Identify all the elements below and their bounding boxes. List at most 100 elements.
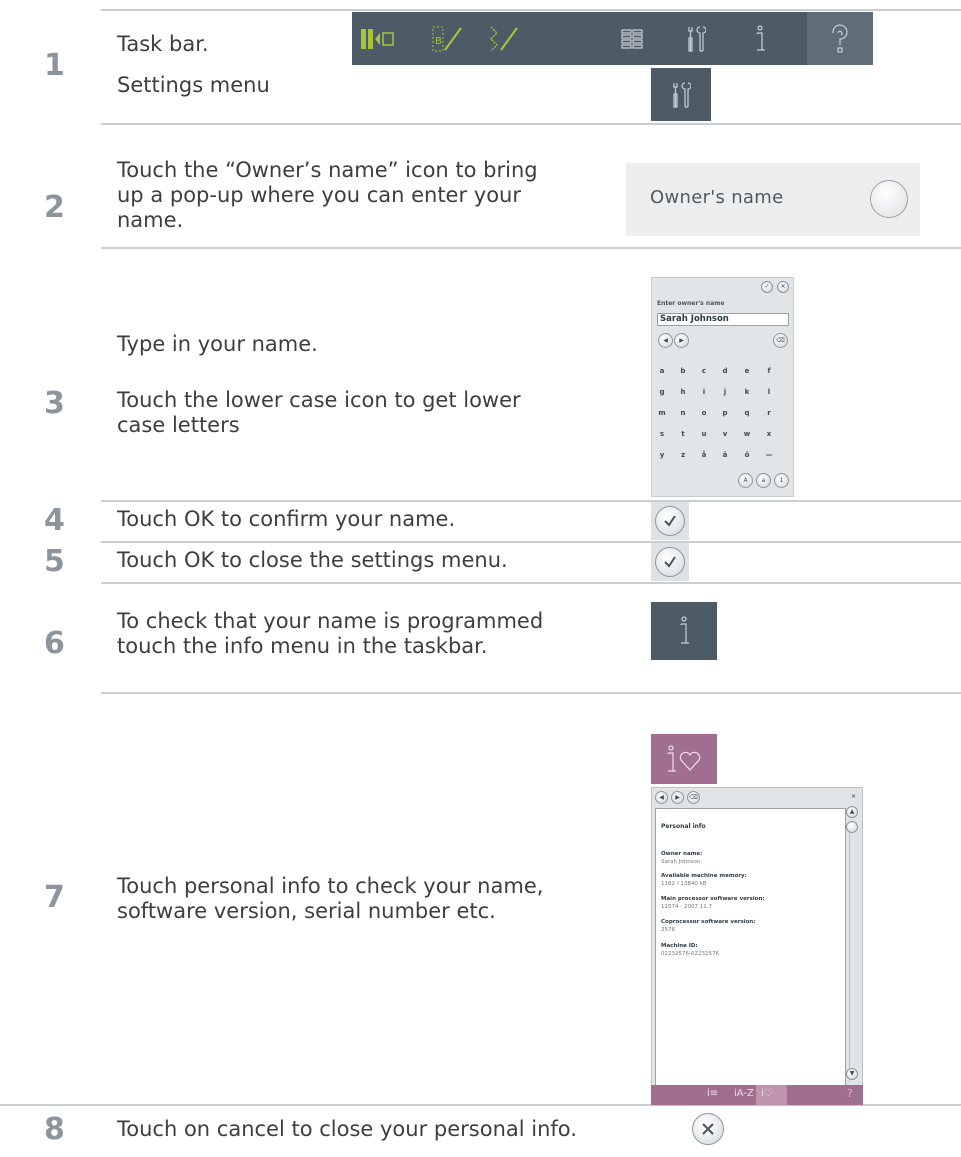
key[interactable]: m [655,409,669,417]
delete-icon[interactable]: ⌫ [773,333,788,348]
key[interactable]: w [740,430,754,438]
sewing-mode-icon[interactable] [358,12,398,65]
key[interactable]: f [762,367,776,375]
separator [101,123,961,125]
separator [101,541,961,543]
key[interactable]: x [762,430,776,438]
owner-name-input[interactable]: Sarah Johnson [657,313,789,326]
key[interactable]: u [697,430,711,438]
owner-name-label: Owner's name [650,187,784,208]
numbers-button[interactable]: 1 [774,473,789,488]
step-number: 1 [44,48,65,83]
step-number: 2 [44,190,65,225]
close-icon[interactable]: ✕ [777,281,789,293]
key[interactable]: l [762,388,776,396]
info-tab-bar: ⅰ≡ ⅰA-Z ⅰ♡ ? [651,1085,863,1105]
personal-info-tab-icon[interactable]: ⅰ♡ [761,1088,773,1099]
arrow-right-icon[interactable]: ▶ [674,333,689,348]
key[interactable]: a [655,367,669,375]
field-label: Available machine memory: [661,873,747,879]
ok-icon[interactable]: ✓ [761,281,773,293]
key[interactable]: g [655,388,669,396]
help-icon [832,24,848,53]
key[interactable]: p [718,409,732,417]
personal-info-button[interactable] [651,734,717,784]
separator [863,1104,961,1106]
key[interactable]: b [676,367,690,375]
svg-text:B: B [435,36,442,47]
key[interactable]: d [718,367,732,375]
stitch-program-icon[interactable]: B [428,12,468,65]
info-menu-button[interactable] [651,602,717,660]
delete-icon[interactable]: ⌫ [687,791,700,804]
key[interactable]: n [676,409,690,417]
space-key[interactable]: — [762,451,776,459]
field-value: 02232576-02232576 [661,951,719,957]
scrollbar[interactable] [849,822,855,1082]
step-number: 7 [44,880,65,915]
field-label: Machine ID: [661,943,698,949]
key[interactable]: ä [718,451,732,459]
personal-info-window: ◀ ▶ ⌫ ✕ Personal info Owner name: Sarah … [651,787,863,1106]
key[interactable]: i [697,388,711,396]
step-number: 5 [44,544,65,579]
step-text: Touch the “Owner’s name” icon to bring u… [117,158,538,232]
key[interactable]: h [676,388,690,396]
arrow-left-icon[interactable]: ◀ [655,791,668,804]
key[interactable]: k [740,388,754,396]
keyboard-popup: ✓ ✕ Enter owner's name Sarah Johnson ◀ ▶… [651,277,794,497]
field-value: 1182 / 13840 kB [661,881,707,887]
step-text-settings: Settings menu [117,73,270,97]
owner-name-radio[interactable] [870,180,908,218]
key[interactable]: v [718,430,732,438]
scroll-up-icon[interactable]: ▲ [846,806,858,818]
help-icon[interactable]: ? [847,1087,853,1100]
key[interactable]: z [676,451,690,459]
cancel-button[interactable] [692,1113,724,1145]
key[interactable]: e [740,367,754,375]
key[interactable]: å [697,451,711,459]
key[interactable]: r [762,409,776,417]
settings-tools-icon [673,81,691,108]
upper-case-button[interactable]: A [738,473,753,488]
stitch-edit-icon[interactable] [484,12,524,65]
field-value: Sarah Johnson [661,859,701,865]
scroll-down-icon[interactable]: ▼ [846,1068,858,1080]
info-list-icon[interactable]: ⅰ≡ [707,1088,718,1099]
settings-menu-button[interactable] [651,68,711,121]
personal-info-content: Personal info Owner name: Sarah Johnson … [655,808,846,1100]
key[interactable]: o [697,409,711,417]
key[interactable]: y [655,451,669,459]
help-button[interactable] [807,12,873,65]
field-label: Coprocessor software version: [661,919,756,925]
step-text: Touch personal info to check your name, … [117,874,544,923]
close-icon[interactable]: ✕ [847,791,860,804]
field-value: 11574 - 2007.11.7 [661,904,712,910]
separator [101,500,961,502]
info-az-icon[interactable]: ⅰA-Z [734,1088,754,1099]
personal-info-heading: Personal info [661,823,706,830]
scroll-handle[interactable] [846,821,858,833]
field-value: 2576 [661,927,675,933]
arrow-right-icon[interactable]: ▶ [671,791,684,804]
key[interactable]: j [718,388,732,396]
key[interactable]: t [676,430,690,438]
file-manager-icon[interactable] [612,12,652,65]
key[interactable]: q [740,409,754,417]
step-text-lower-case: Touch the lower case icon to get lower c… [117,388,521,437]
key[interactable]: c [697,367,711,375]
key[interactable]: s [655,430,669,438]
separator [101,9,961,11]
owner-name-setting[interactable]: Owner's name [626,163,920,236]
step-text: To check that your name is programmed to… [117,609,544,658]
key[interactable]: ö [740,451,754,459]
step-number: 3 [44,386,65,421]
info-icon[interactable] [740,12,780,65]
ok-button[interactable] [651,502,689,540]
arrow-left-icon[interactable]: ◀ [658,333,673,348]
step-text: Touch on cancel to close your personal i… [117,1117,577,1141]
settings-tools-icon[interactable] [676,12,716,65]
close-icon [702,1123,714,1135]
lower-case-button[interactable]: a [756,473,771,488]
ok-button[interactable] [651,543,689,581]
